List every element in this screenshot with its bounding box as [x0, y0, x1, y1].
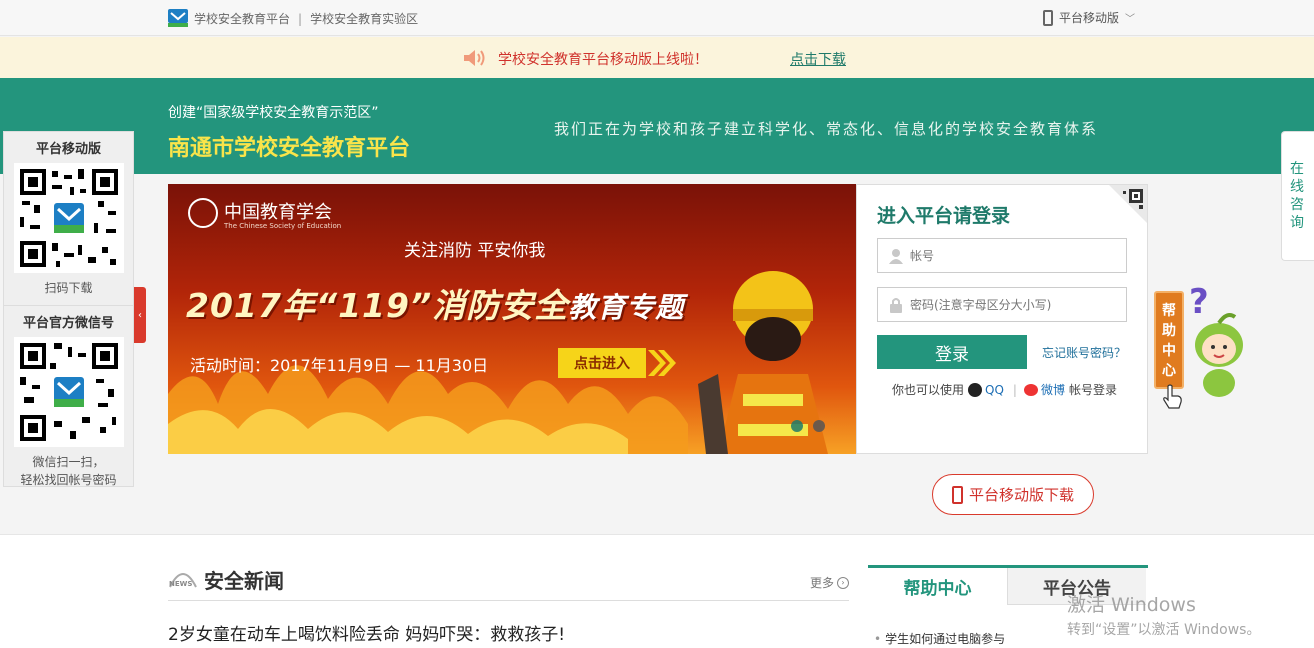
mobile-qr-caption: 扫码下载 — [44, 281, 93, 295]
consult-char: 咨 — [1290, 197, 1304, 213]
help-list-item[interactable]: 学生如何通过电脑参与 — [874, 630, 1005, 647]
carousel-dot[interactable] — [813, 420, 825, 432]
login-title: 进入平台请登录 — [877, 205, 1011, 227]
qr-code-icon — [17, 341, 120, 443]
notice-download-link[interactable]: 点击下载 — [790, 49, 846, 69]
qr-login-toggle-icon[interactable] — [1109, 185, 1147, 223]
carousel-headline: 2017年“119”消防安全教育专题 — [186, 279, 684, 327]
site-title: 南通市学校安全教育平台 — [168, 136, 411, 161]
education-society-emblem-icon — [188, 198, 218, 228]
help-center-side-button[interactable]: 帮 助 中 心 — [1154, 291, 1184, 389]
top-links: 学校安全教育平台 | 学校安全教育实验区 — [194, 12, 419, 26]
top-link-experiment-zone[interactable]: 学校安全教育实验区 — [310, 12, 418, 26]
wechat-caption-line1: 微信扫一扫， — [32, 455, 105, 469]
help-char: 心 — [1162, 363, 1176, 379]
weibo-login-link[interactable]: 微博 — [1041, 381, 1065, 398]
watermark-line2: 转到“设置”以激活 Windows。 — [1067, 622, 1261, 638]
news-icon-text: NEWS — [169, 580, 192, 588]
login-panel: 进入平台请登录 登录 忘记账号密码？ 你也可以使用 QQ | 微博 帐号登录 — [856, 184, 1148, 454]
svg-text:?: ? — [1189, 283, 1209, 322]
phone-icon — [1043, 9, 1053, 26]
wechat-qr-caption: 微信扫一扫， 轻松找回帐号密码 — [4, 453, 133, 489]
pointer-hand-icon — [1163, 384, 1182, 409]
news-more-link[interactable]: 更多 › — [810, 574, 849, 591]
platform-logo-icon — [168, 9, 188, 27]
mobile-qr-title: 平台移动版 — [35, 142, 101, 157]
mobile-version-menu[interactable]: 平台移动版 ﹀ — [1043, 9, 1135, 26]
notice-strip: 学校安全教育平台移动版上线啦！ 点击下载 — [0, 37, 1314, 78]
help-char: 帮 — [1162, 303, 1176, 319]
alt-login-prefix: 你也可以使用 — [892, 383, 965, 397]
mobile-qr-code — [13, 163, 124, 273]
consult-char: 线 — [1290, 179, 1304, 195]
banner-carousel[interactable]: 中国教育学会 The Chinese Society of Education … — [168, 184, 856, 454]
help-char: 助 — [1162, 323, 1176, 339]
notice-text: 学校安全教育平台移动版上线啦！ — [498, 52, 708, 68]
more-label: 更多 — [809, 576, 834, 590]
forgot-password-link[interactable]: 忘记账号密码？ — [1042, 344, 1126, 361]
wechat-caption-line2: 轻松找回帐号密码 — [20, 473, 117, 487]
consult-char: 在 — [1290, 161, 1304, 177]
carousel-slogan: 关注消防 平安你我 — [404, 241, 546, 261]
chevron-right-icon: › — [837, 576, 849, 589]
activity-time: 活动时间：2017年11月9日 — 11月30日 — [190, 356, 489, 375]
headline-tail: 教育专题 — [568, 291, 685, 324]
login-button[interactable]: 登录 — [877, 335, 1027, 369]
banner-slogan: 我们正在为学校和孩子建立科学化、常态化、信息化的学校安全教育体系 — [554, 120, 1099, 138]
phone-icon — [951, 485, 963, 504]
mobile-version-label: 平台移动版 — [1059, 11, 1120, 25]
user-icon — [889, 248, 903, 264]
qq-login-link[interactable]: QQ — [985, 383, 1004, 397]
news-header: NEWS 安全新闻 更多 › — [168, 565, 849, 601]
qq-icon[interactable] — [968, 382, 983, 397]
separator: | — [1012, 382, 1017, 397]
help-char: 中 — [1162, 343, 1176, 359]
weibo-icon[interactable] — [1023, 383, 1038, 396]
watermark-line1: 激活 Windows — [1067, 594, 1196, 616]
org-name-en: The Chinese Society of Education — [224, 222, 342, 230]
chevron-down-icon: ﹀ — [1125, 14, 1136, 25]
qr-code-icon — [17, 167, 120, 269]
wechat-qr-title: 平台官方微信号 — [22, 316, 114, 331]
banner-subtitle: 创建“国家级学校安全教育示范区” — [168, 105, 379, 121]
lock-icon — [890, 297, 902, 313]
password-input[interactable] — [910, 297, 1120, 312]
third-party-login: 你也可以使用 QQ | 微博 帐号登录 — [892, 381, 1117, 398]
left-qr-panel: 平台移动版 扫码下载 平台官方微信号 微信扫一扫， 轻松找回帐号密码 ‹ — [3, 131, 146, 489]
top-bar: 学校安全教育平台 | 学校安全教育实验区 平台移动版 ﹀ — [0, 0, 1314, 36]
top-link-platform[interactable]: 学校安全教育平台 — [194, 12, 290, 26]
firefighter-illustration — [698, 271, 828, 454]
wechat-qr-code — [13, 337, 124, 447]
mobile-download-label: 平台移动版下载 — [968, 486, 1074, 504]
news-item[interactable]: 2岁女童在动车上喝饮料险丢命 妈妈吓哭：救救孩子! — [168, 620, 565, 645]
org-name-cn: 中国教育学会 — [224, 202, 332, 223]
divider — [4, 305, 133, 306]
headline-main: 2017年“119”消防安全 — [186, 286, 569, 325]
account-field[interactable] — [877, 238, 1127, 273]
mascot-icon: ? — [1189, 283, 1243, 397]
consult-char: 询 — [1290, 215, 1304, 231]
news-section-title: 安全新闻 — [204, 569, 284, 593]
account-input[interactable] — [910, 248, 1120, 263]
news-icon: NEWS — [169, 573, 197, 588]
online-consult-tab[interactable]: 在 线 咨 询 — [1281, 131, 1314, 261]
carousel-dot[interactable] — [791, 420, 803, 432]
carousel-dots — [791, 420, 825, 432]
enter-button[interactable]: 点击进入 — [558, 348, 646, 378]
collapse-panel-button[interactable]: ‹ — [134, 287, 146, 343]
speaker-icon — [464, 50, 485, 66]
double-arrow-icon — [648, 350, 676, 376]
alt-login-suffix: 帐号登录 — [1068, 383, 1117, 397]
windows-activation-watermark: 激活 Windows 转到“设置”以激活 Windows。 — [1067, 590, 1260, 639]
tab-help-center[interactable]: 帮助中心 — [868, 568, 1007, 605]
mobile-download-button[interactable]: 平台移动版下载 — [932, 474, 1094, 515]
header-banner: 创建“国家级学校安全教育示范区” 南通市学校安全教育平台 我们正在为学校和孩子建… — [0, 78, 1314, 174]
password-field[interactable] — [877, 287, 1127, 322]
